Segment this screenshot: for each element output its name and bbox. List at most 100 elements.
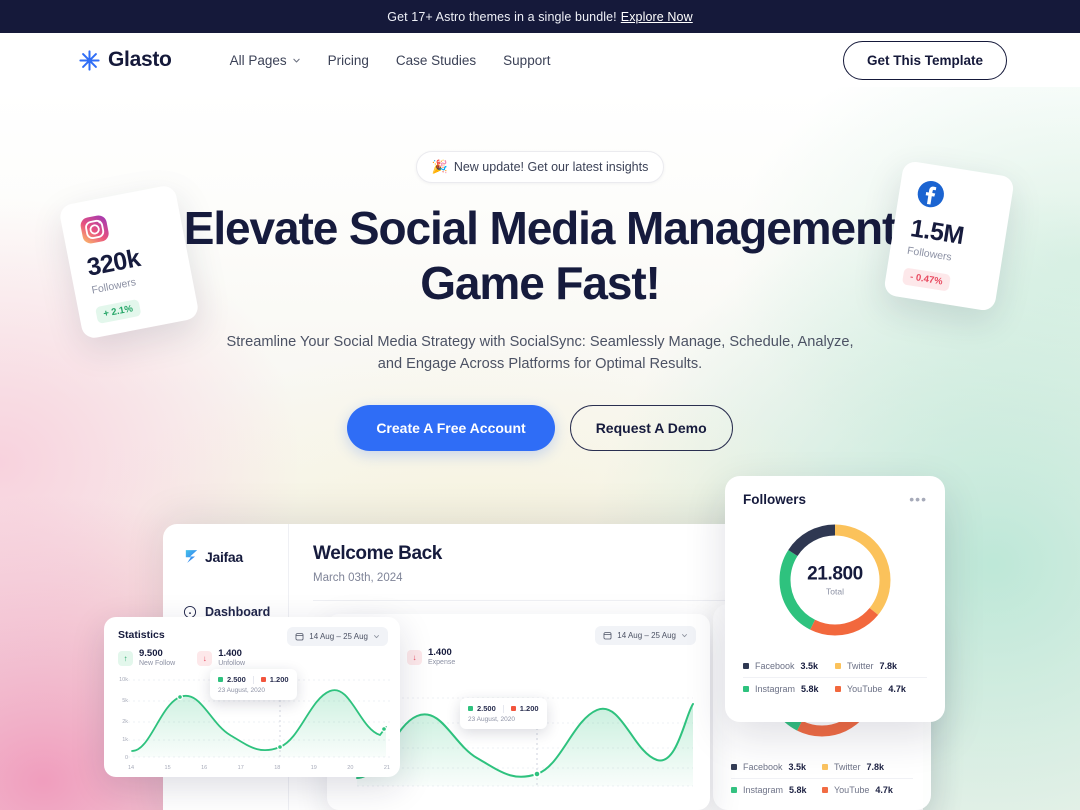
date-range-picker[interactable]: 14 Aug – 25 Aug <box>287 627 388 646</box>
date-range-label: 14 Aug – 25 Aug <box>309 632 368 641</box>
legend-color-dot <box>731 787 737 793</box>
tooltip-value: 2.500 <box>477 704 496 713</box>
tooltip-series-1: 2.500 <box>468 704 496 713</box>
hero-subtitle: Streamline Your Social Media Strategy wi… <box>226 334 854 373</box>
series-color-dot <box>510 706 516 711</box>
x-tick: 14 <box>128 765 135 771</box>
chart-tooltip-secondary-box: 2.500 1.200 23 August, 2020 <box>460 698 547 729</box>
kpi-value: 1.400 <box>428 647 452 658</box>
followers-card-title: Followers <box>743 492 807 507</box>
create-free-account-button[interactable]: Create A Free Account <box>347 404 555 451</box>
legend-color-dot <box>835 686 841 692</box>
followers-donut-wrap: 21.800 Total <box>725 517 945 643</box>
nav-link-all-pages[interactable]: All Pages <box>230 53 301 68</box>
legend-value: 4.7k <box>888 684 906 694</box>
nav-link-case-studies[interactable]: Case Studies <box>396 53 476 68</box>
donut-center-label: 21.800 Total <box>807 564 863 597</box>
series-color-dot <box>468 706 473 711</box>
legend-item-facebook: Facebook 3.5k <box>731 756 822 778</box>
kpi-row: ↑ 9.500 New Follow ↓ 1.400 Unfollow <box>118 648 245 668</box>
followers-card-header: Followers ••• <box>725 476 945 507</box>
legend-item-youtube: YouTube 4.7k <box>835 678 927 700</box>
arrow-down-icon: ↓ <box>407 650 422 666</box>
kpi-value: 9.500 <box>139 648 163 659</box>
kpi-expense: ↓ 1.400 Expense <box>407 647 455 667</box>
legend-item-twitter: Twitter 7.8k <box>822 756 913 778</box>
legend-value: 5.8k <box>789 785 807 795</box>
dashboard-brand-name: Jaifaa <box>205 548 243 565</box>
legend-value: 4.7k <box>875 785 893 795</box>
x-tick: 19 <box>310 765 317 771</box>
kpi-row-secondary: ↓ 1.400 Expense <box>407 647 455 667</box>
date-range-picker-secondary[interactable]: 14 Aug – 25 Aug <box>595 626 696 645</box>
tooltip-values-row: 2.500 1.200 <box>468 704 539 713</box>
announcement-bar: Get 17+ Astro themes in a single bundle!… <box>0 0 1080 33</box>
arrow-up-icon: ↑ <box>118 651 133 667</box>
legend-label: Facebook <box>755 661 795 671</box>
nav-link-label: Pricing <box>327 52 369 68</box>
nav-links: All Pages Pricing Case Studies Support <box>230 53 551 68</box>
facebook-icon <box>917 181 944 208</box>
legend-row: Instagram 5.8k YouTube 4.7k <box>731 778 913 801</box>
x-tick: 16 <box>201 765 208 771</box>
brand-logo[interactable]: Glasto <box>78 48 172 72</box>
legend-item-facebook: Facebook 3.5k <box>743 655 835 677</box>
legend-row: Facebook 3.5k Twitter 7.8k <box>743 655 927 677</box>
asterisk-logo-icon <box>79 49 100 71</box>
brand-name: Glasto <box>108 48 172 71</box>
legend-color-dot <box>743 663 749 669</box>
x-tick: 18 <box>274 765 281 771</box>
legend-value: 7.8k <box>879 661 898 671</box>
followers-total-label: Total <box>826 586 844 597</box>
new-update-text: New update! Get our latest insights <box>453 160 649 174</box>
legend-label: Twitter <box>847 661 874 671</box>
legend-label: Facebook <box>743 762 783 772</box>
nav-link-support[interactable]: Support <box>503 53 550 68</box>
y-tick: 10k <box>119 677 128 683</box>
legend-item-youtube: YouTube 4.7k <box>822 779 913 801</box>
request-demo-button[interactable]: Request A Demo <box>569 404 733 451</box>
followers-legend: Facebook 3.5k Twitter 7.8k Instagram 5.8… <box>725 655 945 700</box>
followers-legend-secondary: Facebook 3.5k Twitter 7.8k Instagram 5.8… <box>713 756 931 801</box>
dashboard-brand: Jaifaa <box>183 548 288 565</box>
legend-color-dot <box>731 764 737 770</box>
x-tick: 20 <box>347 765 354 771</box>
chart-y-axis: 10k 5k 2k 1k 0 <box>112 677 128 763</box>
tooltip-values-row: 2.500 1.200 <box>218 675 289 684</box>
series-color-dot <box>218 677 223 682</box>
get-this-template-button[interactable]: Get This Template <box>842 40 1007 80</box>
legend-value: 3.5k <box>788 762 807 772</box>
party-popper-icon: 🎉 <box>431 159 448 174</box>
announcement-link[interactable]: Explore Now <box>621 10 693 24</box>
tooltip-date: 23 August, 2020 <box>468 716 515 723</box>
chart-tooltip: 2.500 1.200 23 August, 2020 <box>210 669 297 700</box>
legend-label: Twitter <box>834 762 861 772</box>
legend-item-instagram: Instagram 5.8k <box>731 779 822 801</box>
hero-cta-row: Create A Free Account Request A Demo <box>0 404 1080 451</box>
announcement-text: Get 17+ Astro themes in a single bundle! <box>387 9 617 24</box>
legend-label: Instagram <box>755 684 796 694</box>
tooltip-divider <box>252 675 254 684</box>
chevron-down-icon <box>292 58 300 63</box>
instagram-icon <box>80 215 109 244</box>
new-update-badge[interactable]: 🎉 New update! Get our latest insights <box>415 151 665 183</box>
tooltip-series-2: 1.200 <box>260 675 289 684</box>
legend-label: YouTube <box>847 684 883 694</box>
followers-total-value: 21.800 <box>807 563 863 585</box>
x-tick: 15 <box>164 765 171 771</box>
legend-item-instagram: Instagram 5.8k <box>743 678 835 700</box>
tooltip-value: 2.500 <box>227 675 246 684</box>
legend-color-dot <box>822 787 828 793</box>
legend-row: Facebook 3.5k Twitter 7.8k <box>731 756 913 778</box>
legend-row: Instagram 5.8k YouTube 4.7k <box>743 677 927 700</box>
ellipsis-icon[interactable]: ••• <box>909 492 927 507</box>
followers-card: Followers ••• 21.800 Total Facebook 3.5k… <box>725 476 945 722</box>
facebook-change-badge: - 0.47% <box>901 267 951 292</box>
tooltip-value: 1.200 <box>519 704 539 713</box>
nav-link-pricing[interactable]: Pricing <box>328 53 369 68</box>
statistics-card: Statistics 14 Aug – 25 Aug ↑ 9.500 New F… <box>104 617 400 777</box>
legend-color-dot <box>822 764 828 770</box>
legend-color-dot <box>835 663 841 669</box>
legend-label: Instagram <box>743 785 784 795</box>
legend-color-dot <box>743 686 749 692</box>
